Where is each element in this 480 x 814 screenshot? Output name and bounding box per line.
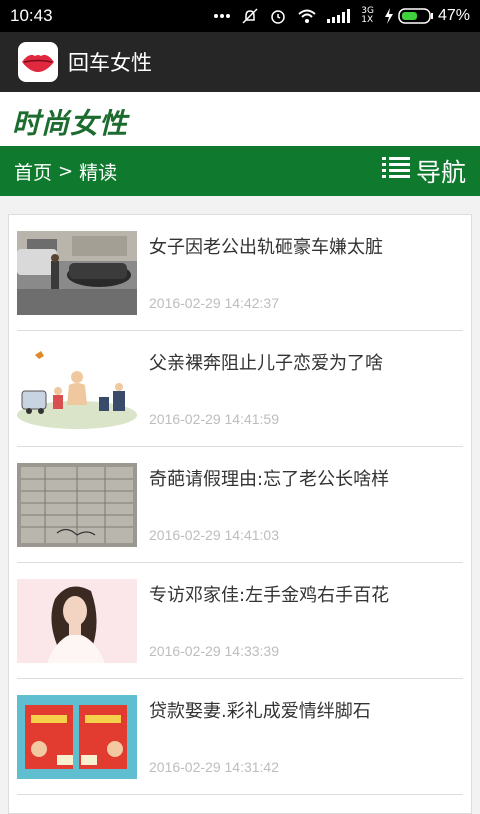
charging-icon <box>384 8 394 24</box>
article-list: 女子因老公出轨砸豪车嫌太脏 2016-02-29 14:42:37 父亲裸奔阻止… <box>8 214 472 814</box>
article-title: 父亲裸奔阻止儿子恋爱为了啥 <box>149 353 383 374</box>
article-title: 贷款娶妻.彩礼成爱情绊脚石 <box>149 701 371 722</box>
battery: 47% <box>384 7 470 25</box>
more-dots-icon <box>213 13 231 19</box>
article-time: 2016-02-29 14:42:37 <box>149 295 279 311</box>
nav-bar: 首页 > 精读 导航 <box>0 146 480 196</box>
battery-icon <box>398 8 434 24</box>
article-time: 2016-02-29 14:33:39 <box>149 643 279 659</box>
brand-area: 时尚女性 <box>0 92 480 146</box>
article-item[interactable]: 奇葩请假理由:忘了老公长啥样 2016-02-29 14:41:03 <box>17 447 463 563</box>
article-thumbnail <box>17 695 137 779</box>
breadcrumb-home[interactable]: 首页 <box>14 158 52 185</box>
article-item[interactable]: 女子因老公出轨砸豪车嫌太脏 2016-02-29 14:42:37 <box>17 215 463 331</box>
breadcrumb-current: 精读 <box>79 161 118 184</box>
network-type: 3G 1X <box>361 6 374 25</box>
article-title: 奇葩请假理由:忘了老公长啥样 <box>149 469 390 490</box>
navigation-menu-label: 导航 <box>415 158 466 187</box>
app-bar: 回车女性 <box>0 32 480 92</box>
article-thumbnail <box>17 231 137 315</box>
status-bar: 10:43 3G 1X 47% <box>0 0 480 32</box>
breadcrumb-separator: > <box>58 160 74 182</box>
article-item[interactable]: 父亲裸奔阻止儿子恋爱为了啥 2016-02-29 14:41:59 <box>17 331 463 447</box>
article-item[interactable]: 贷款娶妻.彩礼成爱情绊脚石 2016-02-29 14:31:42 <box>17 679 463 795</box>
article-title: 女子因老公出轨砸豪车嫌太脏 <box>149 237 383 258</box>
divider <box>17 794 463 795</box>
article-time: 2016-02-29 14:41:03 <box>149 527 279 543</box>
article-thumbnail <box>17 347 137 431</box>
navigation-menu-button[interactable]: 导航 <box>381 153 466 189</box>
status-time: 10:43 <box>10 6 53 25</box>
article-time: 2016-02-29 14:31:42 <box>149 759 279 775</box>
battery-percent: 47% <box>437 7 470 24</box>
list-icon <box>381 155 410 187</box>
brand-title: 时尚女性 <box>12 107 129 140</box>
wifi-icon <box>297 8 317 24</box>
mute-icon <box>241 7 259 25</box>
article-time: 2016-02-29 14:41:59 <box>149 411 279 427</box>
article-item[interactable]: 专访邓家佳:左手金鸡右手百花 2016-02-29 14:33:39 <box>17 563 463 679</box>
alarm-icon <box>269 7 287 25</box>
article-title: 专访邓家佳:左手金鸡右手百花 <box>149 585 390 606</box>
lips-icon[interactable] <box>18 42 58 82</box>
status-icons: 3G 1X 47% <box>213 7 470 25</box>
app-title: 回车女性 <box>68 51 152 75</box>
article-thumbnail <box>17 463 137 547</box>
article-thumbnail <box>17 579 137 663</box>
signal-icon <box>327 9 351 23</box>
